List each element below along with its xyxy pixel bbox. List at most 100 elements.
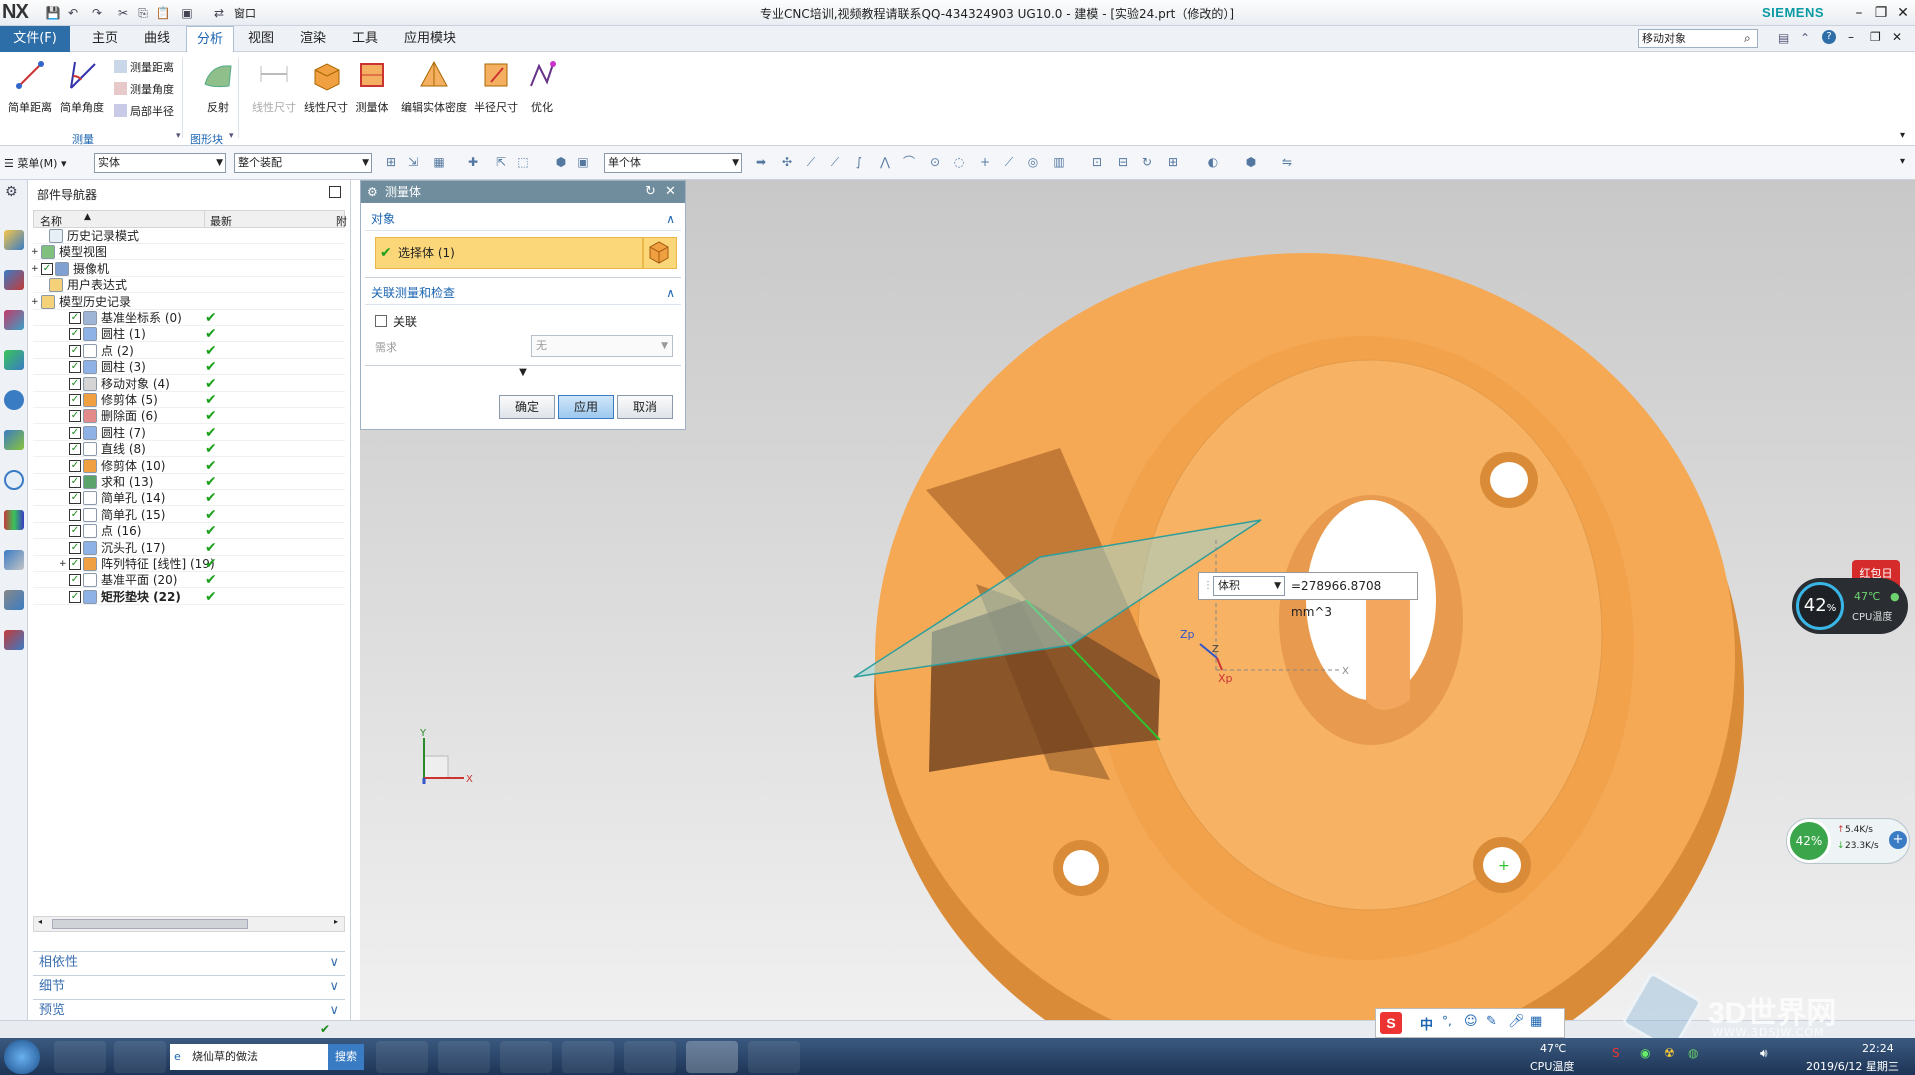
reset-icon[interactable]: ↻ bbox=[645, 181, 656, 203]
minimize-button[interactable]: – bbox=[1848, 3, 1870, 23]
visibility-checkbox[interactable]: ✓ bbox=[69, 492, 81, 505]
tree-row[interactable]: ✓ 移动对象 (4) ✔ bbox=[33, 376, 345, 392]
visibility-checkbox[interactable]: ✓ bbox=[69, 459, 81, 472]
close-button[interactable]: ✕ bbox=[1892, 3, 1914, 23]
drag-handle-icon[interactable]: ⋮ bbox=[1203, 573, 1213, 599]
volume-icon[interactable]: 🔊︎ bbox=[1760, 1046, 1768, 1061]
store-taskbar-icon[interactable] bbox=[438, 1041, 490, 1073]
visibility-checkbox[interactable]: ✓ bbox=[69, 574, 81, 587]
shaded-icon[interactable]: ⬢ bbox=[1244, 155, 1258, 169]
expand-icon[interactable]: + bbox=[59, 556, 67, 572]
visibility-icon[interactable]: ⇋ bbox=[1280, 155, 1294, 169]
filter-icon[interactable]: ⇲ bbox=[406, 155, 420, 169]
tab-applications[interactable]: 应用模块 bbox=[394, 26, 466, 52]
tree-row[interactable]: ✓ 直线 (8) ✔ bbox=[33, 441, 345, 458]
tree-row[interactable]: ✓ 简单孔 (14) ✔ bbox=[33, 490, 345, 507]
ie-taskbar-icon[interactable] bbox=[54, 1041, 106, 1073]
group-measure-dropdown[interactable]: ▾ bbox=[176, 131, 181, 141]
rotate-icon[interactable]: ↻ bbox=[1140, 155, 1154, 169]
snap-grid-icon[interactable]: ▥ bbox=[1052, 155, 1066, 169]
search-button[interactable]: 搜索 bbox=[328, 1044, 364, 1070]
optimize-button[interactable]: 优化 bbox=[514, 58, 570, 115]
network-monitor-widget[interactable]: 42% ↑ 5.4K/s ↓ 23.3K/s + bbox=[1786, 818, 1910, 864]
toolbar-options-dropdown[interactable]: ▾ bbox=[1900, 156, 1905, 167]
roles-icon[interactable] bbox=[4, 510, 24, 530]
visibility-checkbox[interactable]: ✓ bbox=[69, 312, 81, 324]
apply-button[interactable]: 应用 bbox=[558, 395, 614, 419]
visibility-checkbox[interactable]: ✓ bbox=[69, 476, 81, 488]
tree-row[interactable]: ✓ 圆柱 (3) ✔ bbox=[33, 359, 345, 376]
tree-row[interactable]: 用户表达式 bbox=[33, 277, 345, 294]
ime-toolbar[interactable]: S 中 °, ☺ ✎ 🎤︎ ▦ bbox=[1375, 1008, 1565, 1038]
ribbon-collapse-icon[interactable]: ⌃ bbox=[1800, 31, 1810, 45]
tab-render[interactable]: 渲染 bbox=[290, 26, 336, 52]
save-icon[interactable]: 💾 bbox=[44, 4, 62, 22]
simple-distance-button[interactable]: 简单距离 bbox=[2, 58, 58, 115]
ok-button[interactable]: 确定 bbox=[499, 395, 555, 419]
snap-quadrant-icon[interactable]: ◌ bbox=[952, 155, 966, 169]
measure-angle-button[interactable]: 测量角度 bbox=[114, 81, 174, 97]
file-menu[interactable]: 文件(F) bbox=[0, 26, 70, 52]
pointer-icon[interactable]: ⇱ bbox=[494, 155, 508, 169]
video-taskbar-icon[interactable] bbox=[624, 1041, 676, 1073]
tab-analysis[interactable]: 分析 bbox=[186, 26, 235, 52]
visibility-checkbox[interactable]: ✓ bbox=[69, 525, 81, 538]
app-taskbar-icon[interactable] bbox=[114, 1041, 166, 1073]
snap-endpoint-icon[interactable]: ✣ bbox=[780, 155, 794, 169]
box-select-icon[interactable]: ⬚ bbox=[516, 155, 530, 169]
scroll-right-icon[interactable]: ▸ bbox=[334, 917, 338, 926]
group-display-dropdown[interactable]: ▾ bbox=[229, 131, 234, 141]
tab-curve[interactable]: 曲线 bbox=[134, 26, 180, 52]
palette-icon[interactable] bbox=[4, 630, 24, 650]
nx-taskbar-icon[interactable] bbox=[686, 1041, 738, 1073]
linear-dim-disabled-button[interactable]: 线性尺寸 bbox=[246, 58, 302, 115]
tab-tools[interactable]: 工具 bbox=[342, 26, 388, 52]
expand-icon[interactable]: + bbox=[31, 244, 39, 260]
more-options-toggle[interactable]: ▼ bbox=[365, 365, 681, 379]
restore-doc-button[interactable]: ❐ bbox=[1870, 30, 1881, 44]
section-associative-header[interactable]: 关联测量和检查 ∧ bbox=[365, 281, 681, 305]
viewer-taskbar-icon[interactable] bbox=[748, 1041, 800, 1073]
window-icon[interactable]: ▤ bbox=[1778, 31, 1789, 45]
visibility-checkbox[interactable]: ✓ bbox=[69, 361, 81, 374]
tree-row[interactable]: + 模型历史记录 bbox=[31, 294, 345, 310]
clock-date[interactable]: 2019/6/12 星期三 bbox=[1806, 1058, 1899, 1074]
snap-tangent-icon[interactable]: ⟋ bbox=[1002, 155, 1016, 169]
ribbon-options-dropdown[interactable]: ▾ bbox=[1900, 130, 1905, 141]
local-radius-button[interactable]: 局部半径 bbox=[114, 103, 174, 119]
tab-view[interactable]: 视图 bbox=[238, 26, 284, 52]
zoom-icon[interactable]: ⊟ bbox=[1116, 155, 1130, 169]
system-scene-icon[interactable] bbox=[4, 550, 24, 570]
toolbox-icon[interactable]: ▦ bbox=[1530, 1014, 1542, 1029]
browser-taskbar-icon[interactable] bbox=[376, 1041, 428, 1073]
measure-type-select[interactable]: 体积 ▼ bbox=[1213, 576, 1285, 596]
column-name-header[interactable]: 名称 bbox=[40, 213, 62, 229]
clock-time[interactable]: 22:24 bbox=[1862, 1042, 1894, 1055]
single-body-select[interactable]: 单个体 ▼ bbox=[604, 153, 742, 173]
emoji-icon[interactable]: ☺ bbox=[1464, 1014, 1478, 1029]
handwriting-icon[interactable]: ✎ bbox=[1486, 1014, 1497, 1029]
menu-button[interactable]: ☰ 菜单(M) ▾ bbox=[4, 155, 66, 171]
constraint-navigator-icon[interactable] bbox=[4, 310, 24, 330]
accordion-details[interactable]: 细节 ∨ bbox=[33, 975, 345, 997]
tree-row[interactable]: ✓ 修剪体 (10) ✔ bbox=[33, 458, 345, 474]
tree-row[interactable]: ✓ 点 (2) ✔ bbox=[33, 343, 345, 359]
sort-ascending-icon[interactable]: ▲ bbox=[84, 212, 91, 222]
security-tray-icon[interactable]: ◉ bbox=[1640, 1046, 1650, 1060]
message-taskbar-icon[interactable] bbox=[562, 1041, 614, 1073]
snap-face-icon[interactable]: ◎ bbox=[1026, 155, 1040, 169]
tree-row[interactable]: ✓ 圆柱 (7) ✔ bbox=[33, 425, 345, 441]
tree-row[interactable]: ✓ 矩形垫块 (22) ✔ bbox=[33, 589, 345, 605]
select-body-row[interactable]: ✔ 选择体 (1) bbox=[375, 237, 643, 269]
select-icon[interactable]: ⊞ bbox=[384, 155, 398, 169]
tree-row[interactable]: ✓ 沉头孔 (17) ✔ bbox=[33, 540, 345, 556]
visibility-checkbox[interactable]: ✓ bbox=[69, 541, 81, 554]
sogou-tray-icon[interactable]: S bbox=[1612, 1046, 1620, 1060]
measure-distance-button[interactable]: 测量距离 bbox=[114, 59, 174, 75]
tree-row[interactable]: ✓ 点 (16) ✔ bbox=[33, 523, 345, 540]
scrollbar-thumb[interactable] bbox=[52, 919, 248, 929]
visibility-checkbox[interactable]: ✓ bbox=[69, 558, 81, 570]
requirement-select[interactable]: 无 ▼ bbox=[531, 335, 673, 357]
tree-row[interactable]: ✓ 基准坐标系 (0) ✔ bbox=[33, 310, 345, 326]
tree-row[interactable]: + ✓ 摄像机 bbox=[31, 261, 345, 277]
